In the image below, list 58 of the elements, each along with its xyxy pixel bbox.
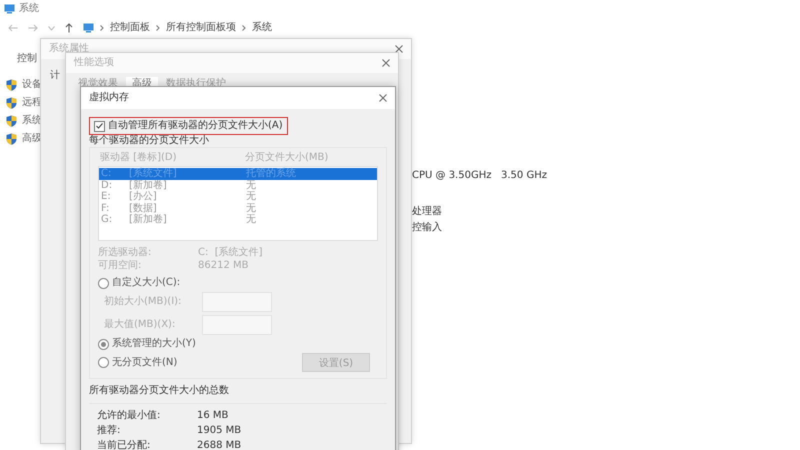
shield-icon <box>6 97 17 109</box>
chevron-right-icon <box>242 25 246 31</box>
radio-button[interactable] <box>98 338 109 350</box>
nav-link[interactable]: 控制 <box>17 53 37 65</box>
check-icon <box>96 123 103 129</box>
info-text: CPU @ 3.50GHz 3.50 GHz <box>412 170 547 182</box>
total-label: 当前已分配: <box>97 440 152 450</box>
list-row[interactable]: F: [数据] 无 <box>99 202 377 214</box>
info-text: 控输入 <box>412 222 443 234</box>
monitor-icon <box>4 4 15 14</box>
radio-label: 无分页文件(N) <box>112 356 178 368</box>
field-label: 所选驱动器: <box>98 247 152 259</box>
tab[interactable]: 计 <box>50 70 60 82</box>
close-icon[interactable] <box>382 59 390 67</box>
checkbox-label: 自动管理所有驱动器的分页文件大小(A) <box>108 120 283 132</box>
section-title: 所有驱动器分页文件大小的总数 <box>89 385 230 397</box>
radio-label: 自定义大小(C): <box>112 277 180 289</box>
total-label: 推荐: <box>97 425 122 437</box>
dialog-title: 虚拟内存 <box>89 92 129 104</box>
up-arrow-icon[interactable] <box>65 23 73 33</box>
radio-button[interactable] <box>98 357 109 368</box>
list-row[interactable]: G: [新加卷] 无 <box>99 214 377 226</box>
window-title: 性能选项 <box>74 57 114 69</box>
monitor-icon <box>83 23 94 33</box>
forward-arrow-icon[interactable] <box>28 24 38 32</box>
window-title: 系统 <box>19 3 39 15</box>
column-header: 驱动器 [卷标](D) <box>100 152 178 164</box>
info-text: 处理器 <box>412 206 443 218</box>
shield-icon <box>6 115 17 127</box>
group-title: 每个驱动器的分页文件大小 <box>89 135 210 147</box>
chevron-right-icon <box>100 25 104 31</box>
breadcrumb-item[interactable]: 所有控制面板项 <box>166 22 236 34</box>
field-label: 最大值(MB)(X): <box>104 319 176 331</box>
sidebar-link[interactable]: 设备 <box>22 79 42 91</box>
chevron-down-icon[interactable] <box>48 26 55 30</box>
field-value: C: [系统文件] <box>198 247 264 259</box>
window-title: 系统属性 <box>49 43 89 55</box>
back-arrow-icon[interactable] <box>8 24 18 32</box>
radio-button[interactable] <box>98 278 109 288</box>
column-header: 分页文件大小(MB) <box>245 152 330 164</box>
field-value: 86212 MB <box>198 260 250 272</box>
close-icon[interactable] <box>395 45 403 53</box>
shield-icon <box>6 79 17 91</box>
total-value: 1905 MB <box>197 425 242 437</box>
radio-label: 系统管理的大小(Y) <box>112 338 196 350</box>
breadcrumb-item[interactable]: 控制面板 <box>110 22 150 34</box>
list-row[interactable]: E: [办公] 无 <box>99 191 377 202</box>
close-icon[interactable] <box>379 94 387 102</box>
shield-icon <box>6 133 17 145</box>
list-row[interactable]: D: [新加卷] 无 <box>99 180 377 191</box>
total-value: 16 MB <box>197 410 230 422</box>
field-label: 初始大小(MB)(I): <box>104 296 182 308</box>
chevron-right-icon <box>156 25 160 31</box>
breadcrumb-item[interactable]: 系统 <box>252 22 272 34</box>
total-value: 2688 MB <box>197 440 242 450</box>
field-label: 可用空间: <box>98 260 142 272</box>
checkbox[interactable] <box>94 120 105 132</box>
total-label: 允许的最小值: <box>97 410 162 422</box>
